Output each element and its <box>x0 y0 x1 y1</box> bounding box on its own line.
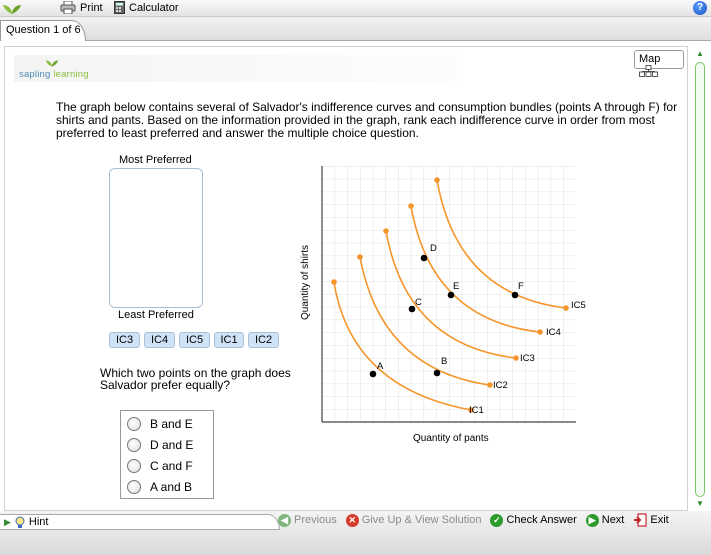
vertical-scrollbar[interactable]: ▲ ▼ <box>693 46 707 513</box>
chip-ic1[interactable]: IC1 <box>214 332 244 348</box>
scroll-down-icon[interactable]: ▼ <box>694 498 706 510</box>
radio-button[interactable] <box>127 438 141 452</box>
label-a: A <box>377 361 384 372</box>
lightbulb-icon <box>15 516 25 528</box>
previous-button[interactable]: ◀ Previous <box>278 513 337 527</box>
point-b <box>433 369 441 377</box>
forward-arrow-icon: ▶ <box>585 513 599 527</box>
check-answer-button[interactable]: ✓ Check Answer <box>490 513 577 527</box>
print-label: Print <box>80 1 103 14</box>
point-d <box>420 254 428 262</box>
point-f <box>511 291 519 299</box>
map-tree-icon <box>639 65 658 77</box>
least-preferred-label: Least Preferred <box>118 309 194 321</box>
calculator-button[interactable]: Calculator <box>114 1 179 14</box>
next-button[interactable]: ▶ Next <box>585 513 624 527</box>
cancel-icon: ✕ <box>345 513 359 527</box>
top-toolbar: Print Calculator ? <box>0 0 711 17</box>
label-c: C <box>415 297 422 308</box>
y-axis-label: Quantity of shirts <box>300 245 311 320</box>
exit-button[interactable]: Exit <box>633 513 669 527</box>
map-button[interactable]: Map <box>634 50 684 77</box>
label-ic2: IC2 <box>493 380 508 391</box>
sapling-logo-text: sapling learning <box>19 69 89 80</box>
hint-label: Hint <box>28 516 49 528</box>
label-b: B <box>441 356 447 367</box>
scroll-thumb[interactable] <box>695 62 705 497</box>
option-c-and-f[interactable]: C and F <box>127 458 193 474</box>
bottom-bar: ▶ Hint ◀ Previous ✕ Give Up & View Solut… <box>0 511 711 555</box>
sapling-leaf-icon <box>45 60 59 67</box>
chip-ic2[interactable]: IC2 <box>248 332 279 348</box>
label-e: E <box>453 281 459 292</box>
x-axis-label: Quantity of pants <box>413 433 489 444</box>
expand-arrow-icon: ▶ <box>4 516 11 527</box>
point-e <box>447 291 455 299</box>
exit-door-icon <box>634 513 647 527</box>
chip-ic3[interactable]: IC3 <box>109 332 140 348</box>
help-button[interactable]: ? <box>693 1 707 15</box>
ranking-dropzone[interactable] <box>109 168 203 308</box>
mcq-options: B and E D and E C and F A and B <box>120 410 214 499</box>
navigation-bar: ◀ Previous ✕ Give Up & View Solution ✓ C… <box>278 511 678 529</box>
label-d: D <box>430 243 437 254</box>
chip-ic4[interactable]: IC4 <box>144 332 175 348</box>
option-d-and-e[interactable]: D and E <box>127 437 193 453</box>
label-ic1: IC1 <box>469 405 484 416</box>
point-a <box>369 370 377 378</box>
label-ic5: IC5 <box>571 300 586 311</box>
question-tabstrip: Question 1 of 6 <box>0 17 711 41</box>
option-a-and-b[interactable]: A and B <box>127 479 192 495</box>
tab-question[interactable]: Question 1 of 6 <box>0 20 86 41</box>
map-label: Map <box>639 53 661 65</box>
option-b-and-e[interactable]: B and E <box>127 416 193 432</box>
label-f: F <box>518 281 524 292</box>
radio-button[interactable] <box>127 480 141 494</box>
most-preferred-label: Most Preferred <box>119 154 192 166</box>
radio-button[interactable] <box>127 417 141 431</box>
radio-button[interactable] <box>127 459 141 473</box>
give-up-button[interactable]: ✕ Give Up & View Solution <box>345 513 481 527</box>
back-arrow-icon: ◀ <box>278 513 291 527</box>
question-text: The graph below contains several of Salv… <box>56 100 678 140</box>
indifference-curve-graph: IC1 IC2 IC3 IC4 IC5 A B C D E F Quantity… <box>300 166 586 444</box>
sapling-banner: sapling learning <box>14 55 464 82</box>
hint-button[interactable]: ▶ Hint <box>0 514 280 530</box>
label-ic4: IC4 <box>546 327 561 338</box>
mcq-question-text: Which two points on the graph does Salva… <box>100 366 291 392</box>
calculator-label: Calculator <box>129 1 179 14</box>
sapling-leaf-icon <box>3 5 21 14</box>
scroll-up-icon[interactable]: ▲ <box>694 48 706 60</box>
checkmark-icon: ✓ <box>490 513 504 527</box>
calculator-icon <box>114 1 125 14</box>
printer-icon <box>60 1 76 14</box>
chip-ic5[interactable]: IC5 <box>179 332 210 348</box>
label-ic3: IC3 <box>520 353 535 364</box>
print-button[interactable]: Print <box>60 1 103 14</box>
